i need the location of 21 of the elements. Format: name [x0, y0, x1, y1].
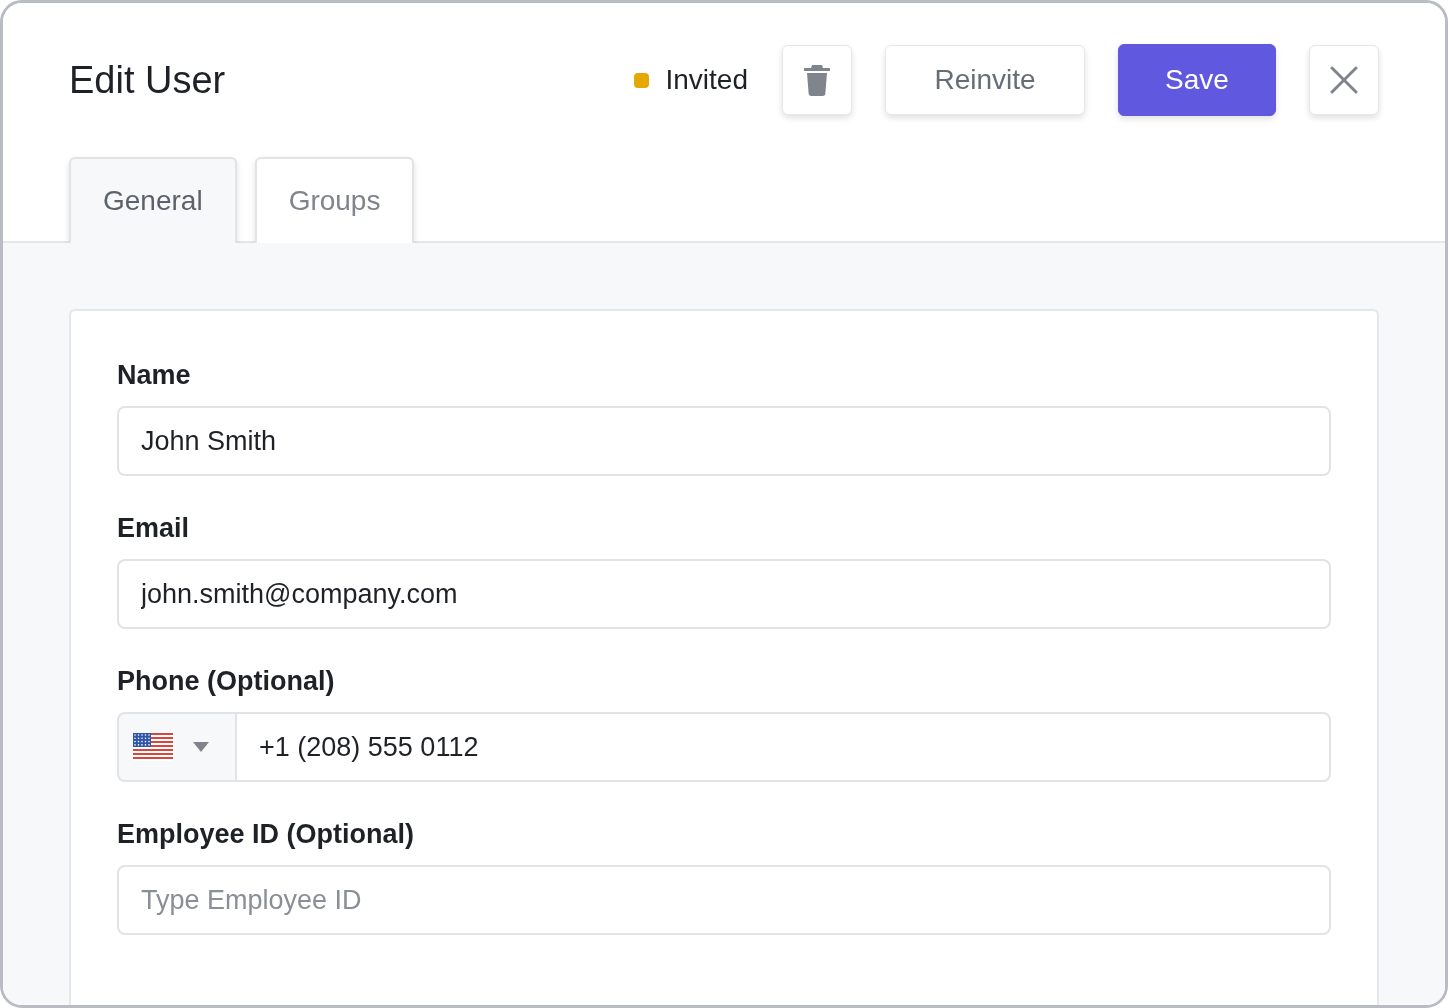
trash-icon — [804, 64, 830, 96]
delete-button[interactable] — [782, 45, 852, 115]
field-label: Name — [117, 359, 192, 391]
dialog-title: Edit User — [69, 58, 227, 102]
save-button[interactable]: Save — [1118, 44, 1276, 116]
tab[interactable]: Groups — [254, 157, 415, 243]
flag-icon — [133, 733, 173, 761]
input-field[interactable]: Type Employee ID — [117, 865, 1331, 935]
status-label: Invited — [665, 64, 748, 96]
input-field[interactable]: John Smith — [117, 406, 1331, 476]
close-button[interactable] — [1309, 45, 1379, 115]
reinvite-button[interactable]: Reinvite — [885, 45, 1085, 115]
caret-icon — [193, 742, 209, 752]
field-label: Employee ID (Optional) — [117, 818, 416, 850]
phone-input[interactable]: +1 (208) 555 0112 — [235, 712, 1331, 782]
field-label: Phone (Optional) — [117, 665, 336, 697]
input-field[interactable]: john.smith@company.com — [117, 559, 1331, 629]
close-icon — [1330, 66, 1358, 94]
tab[interactable]: General — [69, 157, 237, 243]
field-label: Email — [117, 512, 191, 544]
country-select[interactable] — [117, 712, 235, 782]
